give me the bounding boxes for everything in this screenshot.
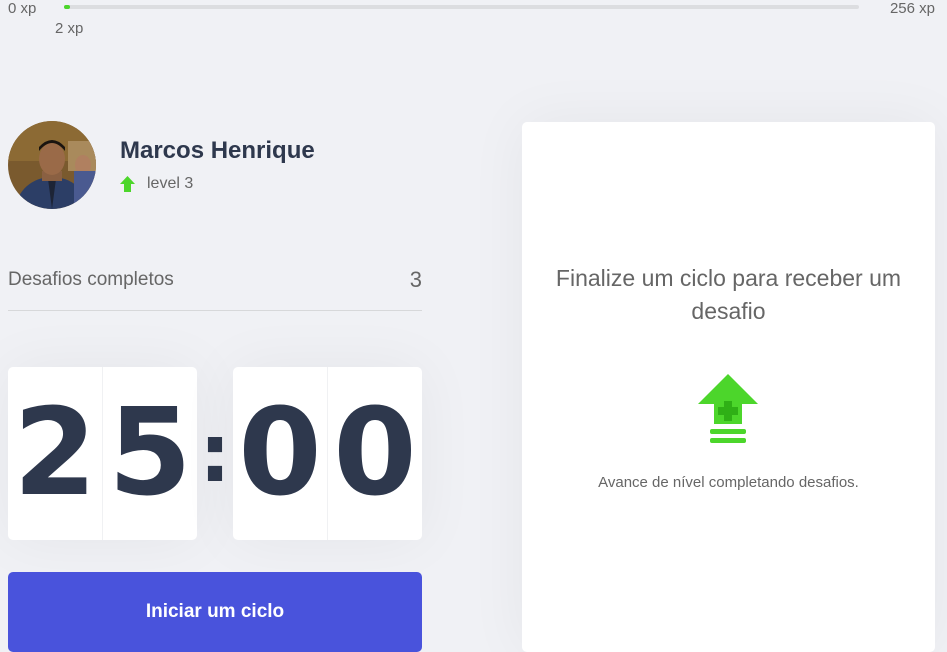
experience-bar: 0 xp 2 xp 256 xp [0, 0, 947, 40]
level-up-icon [698, 374, 758, 443]
challenge-box-hint: Avance de nível completando desafios. [598, 474, 859, 491]
completed-challenges-label: Desafios completos [8, 269, 174, 290]
left-column: Marcos Henrique level 3 Desafios complet… [8, 120, 422, 652]
completed-challenges-count: 3 [409, 267, 422, 292]
xp-track [64, 5, 859, 9]
profile-info: Marcos Henrique level 3 [120, 137, 315, 193]
profile: Marcos Henrique level 3 [8, 120, 422, 210]
level-up-arrow-icon [120, 176, 135, 192]
second-digit-right: 0 [327, 367, 422, 540]
countdown-separator: : [199, 407, 231, 500]
xp-max-label: 256 xp [889, 0, 935, 17]
completed-challenges: Desafios completos 3 [8, 260, 422, 311]
start-cycle-button[interactable]: Iniciar um ciclo [8, 572, 422, 652]
second-digit-left: 0 [238, 384, 322, 523]
minute-digit-right: 5 [102, 367, 197, 540]
profile-level: level 3 [120, 175, 315, 193]
countdown: 2 5 : 0 0 [8, 367, 422, 540]
xp-min-label: 0 xp [8, 0, 37, 17]
challenge-box: Finalize um ciclo para receber um desafi… [522, 122, 935, 652]
countdown-minutes: 2 5 [8, 367, 197, 540]
avatar [8, 121, 96, 209]
challenge-box-title: Finalize um ciclo para receber um desafi… [555, 265, 902, 324]
xp-fill [64, 5, 71, 9]
profile-name: Marcos Henrique [120, 137, 315, 164]
countdown-seconds: 0 0 [233, 367, 422, 540]
profile-level-label: level 3 [147, 175, 194, 192]
minute-digit-left: 2 [13, 384, 97, 523]
xp-current-label: 2 xp [55, 20, 84, 37]
